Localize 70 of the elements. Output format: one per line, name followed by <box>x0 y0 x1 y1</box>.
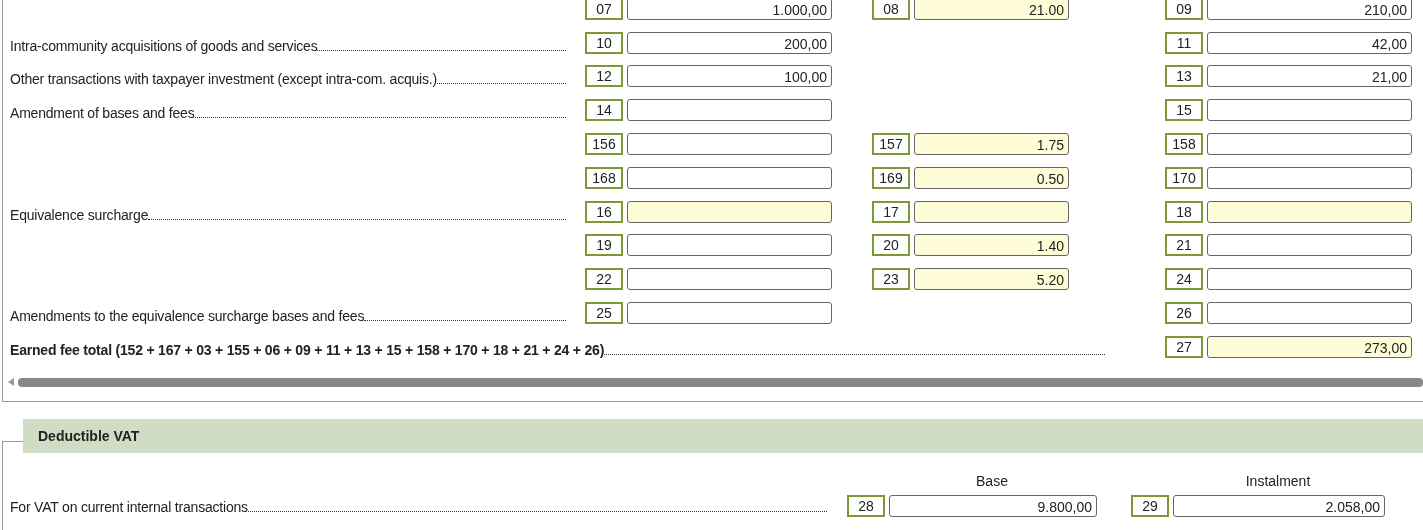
column-header: Instalment <box>1244 473 1312 489</box>
amount-field[interactable] <box>1207 268 1412 291</box>
amount-field[interactable] <box>1207 166 1412 189</box>
box-number: 21 <box>1165 234 1203 257</box>
amount-field[interactable]: 210,00 <box>1207 0 1412 20</box>
box-number: 14 <box>585 99 623 122</box>
row-label: Amendments to the equivalence surcharge bases and fees <box>10 307 365 324</box>
box-number: 13 <box>1165 65 1203 88</box>
amount-field[interactable]: 42,00 <box>1207 31 1412 54</box>
box-number: 26 <box>1165 302 1203 325</box>
amount-field[interactable]: 0.50 <box>914 166 1069 189</box>
box-number: 170 <box>1165 166 1203 189</box>
box-number: 23 <box>872 268 910 291</box>
box-number: 169 <box>872 166 910 189</box>
amount-field[interactable]: 200,00 <box>627 31 832 54</box>
box-number: 168 <box>585 166 623 189</box>
amount-field[interactable]: 100,00 <box>627 65 832 88</box>
amount-field[interactable] <box>627 133 832 156</box>
box-number: 12 <box>585 65 623 88</box>
amount-field[interactable] <box>627 99 832 122</box>
row-label: Equivalence surcharge <box>10 206 149 223</box>
amount-field[interactable] <box>627 200 832 223</box>
box-number: 27 <box>1165 335 1203 358</box>
amount-field[interactable] <box>1207 133 1412 156</box>
section-header: Deductible VAT <box>23 419 1423 453</box>
amount-field[interactable]: 9.800,00 <box>889 495 1097 517</box>
amount-field[interactable] <box>627 268 832 291</box>
row-label: Other transactions with taxpayer investment (except intra-com. acquis.) <box>10 71 437 88</box>
amount-field[interactable] <box>1207 200 1412 223</box>
amount-field[interactable]: 2.058,00 <box>1173 495 1385 517</box>
box-number: 16 <box>585 200 623 223</box>
box-number: 11 <box>1165 31 1203 54</box>
row-label: For VAT on current internal transactions <box>10 499 248 515</box>
amount-field[interactable]: 1.75 <box>914 133 1069 156</box>
box-number: 157 <box>872 133 910 156</box>
box-number: 28 <box>847 495 885 517</box>
amount-field[interactable] <box>914 200 1069 223</box>
box-number: 15 <box>1165 99 1203 122</box>
box-number: 07 <box>585 0 623 20</box>
box-number: 20 <box>872 234 910 257</box>
total-label: Earned fee total (152 + 167 + 03 + 155 + 06 + 09 + 11 + 13 + 15 + 158 + 170 + 18 + 21 + 24 + 26) <box>10 341 605 358</box>
amount-field[interactable] <box>1207 234 1412 257</box>
box-number: 18 <box>1165 200 1203 223</box>
box-number: 24 <box>1165 268 1203 291</box>
box-number: 25 <box>585 302 623 325</box>
amount-field[interactable] <box>627 234 832 257</box>
amount-field[interactable]: 273,00 <box>1207 335 1412 358</box>
box-number: 158 <box>1165 133 1203 156</box>
amount-field[interactable] <box>627 302 832 325</box>
scrollbar-thumb[interactable] <box>18 377 1423 387</box>
box-number: 22 <box>585 268 623 291</box>
column-header: Base <box>975 473 1009 489</box>
box-number: 156 <box>585 133 623 156</box>
box-number: 09 <box>1165 0 1203 20</box>
box-number: 17 <box>872 200 910 223</box>
amount-field[interactable]: 1.000,00 <box>627 0 832 20</box>
amount-field[interactable] <box>1207 302 1412 325</box>
amount-field[interactable] <box>627 166 832 189</box>
box-number: 10 <box>585 31 623 54</box>
row-label: Amendment of bases and fees <box>10 105 195 122</box>
row-label: Intra-community acquisitions of goods and services <box>10 37 318 54</box>
amount-field[interactable]: 21.00 <box>914 0 1069 20</box>
box-number: 29 <box>1131 495 1169 517</box>
scroll-left-icon[interactable] <box>8 378 14 387</box>
amount-field[interactable]: 5.20 <box>914 268 1069 291</box>
box-number: 08 <box>872 0 910 20</box>
box-number: 19 <box>585 234 623 257</box>
amount-field[interactable] <box>1207 99 1412 122</box>
amount-field[interactable]: 21,00 <box>1207 65 1412 88</box>
amount-field[interactable]: 1.40 <box>914 234 1069 257</box>
